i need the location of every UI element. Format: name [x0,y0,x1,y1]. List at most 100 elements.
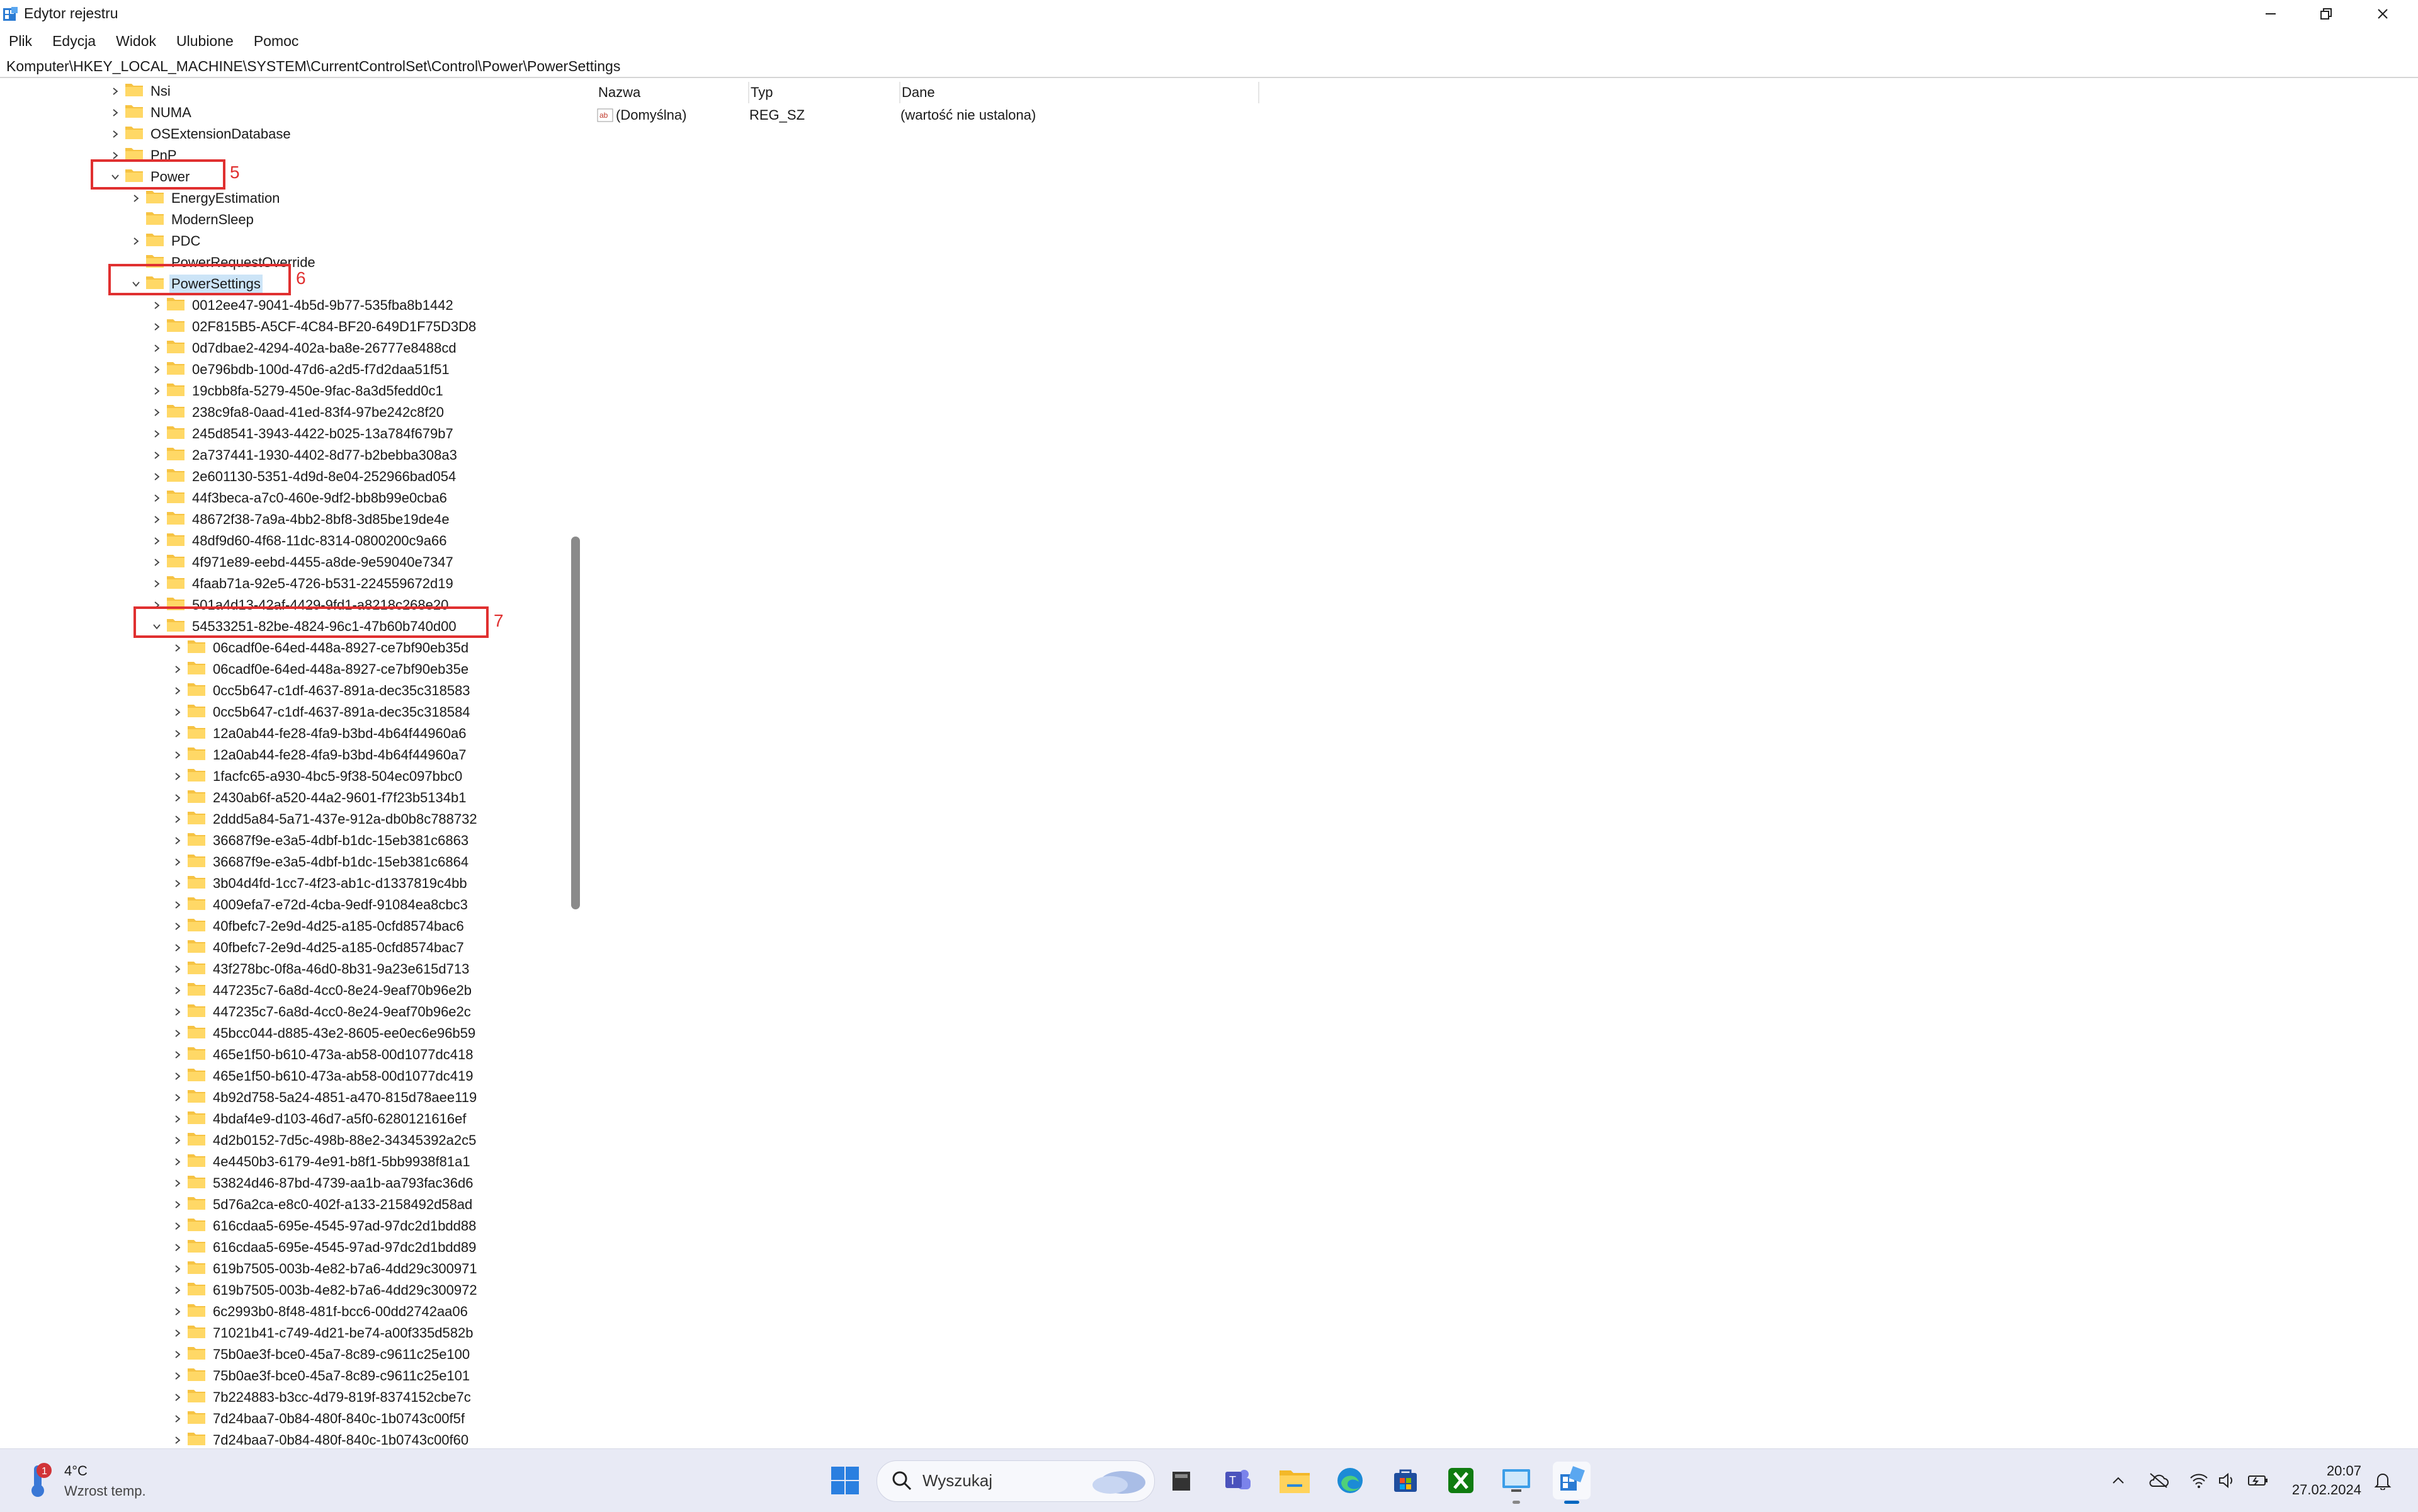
chevron-right-icon[interactable] [147,317,166,336]
tree-node[interactable]: 48df9d60-4f68-11dc-8314-0800200c9a66 [147,530,449,552]
tree-node[interactable]: 447235c7-6a8d-4cc0-8e24-9eaf70b96e2c [168,1001,473,1023]
chevron-right-icon[interactable] [168,1024,187,1043]
chevron-right-icon[interactable] [168,1088,187,1107]
chevron-right-icon[interactable] [147,296,166,315]
chevron-right-icon[interactable] [168,874,187,893]
chevron-right-icon[interactable] [168,1388,187,1407]
chevron-right-icon[interactable] [168,639,187,657]
tree-node[interactable]: 0cc5b647-c1df-4637-891a-dec35c318583 [168,680,472,702]
chevron-right-icon[interactable] [147,424,166,443]
tree-node[interactable]: 2430ab6f-a520-44a2-9601-f7f23b5134b1 [168,787,468,809]
chevron-right-icon[interactable] [168,1067,187,1086]
tree-node[interactable]: 0e796bdb-100d-47d6-a2d5-f7d2daa51f51 [147,359,451,380]
tree-node[interactable]: 19cbb8fa-5279-450e-9fac-8a3d5fedd0c1 [147,380,445,402]
tree-node[interactable]: 75b0ae3f-bce0-45a7-8c89-c9611c25e101 [168,1365,472,1387]
tree-node[interactable]: 06cadf0e-64ed-448a-8927-ce7bf90eb35e [168,659,470,680]
close-button[interactable] [2355,0,2410,28]
tree-node[interactable]: 4b92d758-5a24-4851-a470-815d78aee119 [168,1087,479,1108]
chevron-right-icon[interactable] [147,531,166,550]
taskbar-app-edge[interactable] [1331,1462,1369,1499]
chevron-right-icon[interactable] [168,1259,187,1278]
chevron-right-icon[interactable] [127,189,145,208]
tree-node[interactable]: 12a0ab44-fe28-4fa9-b3bd-4b64f44960a6 [168,723,468,744]
chevron-right-icon[interactable] [168,1217,187,1236]
tree-node[interactable]: 1facfc65-a930-4bc5-9f38-504ec097bbc0 [168,766,464,787]
chevron-right-icon[interactable] [168,1131,187,1150]
chevron-right-icon[interactable] [147,467,166,486]
chevron-right-icon[interactable] [168,1431,187,1448]
chevron-right-icon[interactable] [168,917,187,936]
chevron-right-icon[interactable] [168,1324,187,1343]
tree-node[interactable]: 0cc5b647-c1df-4637-891a-dec35c318584 [168,702,472,723]
tree-node[interactable]: 02F815B5-A5CF-4C84-BF20-649D1F75D3D8 [147,316,478,338]
chevron-right-icon[interactable] [147,339,166,358]
chevron-right-icon[interactable] [168,960,187,979]
chevron-right-icon[interactable] [168,810,187,829]
taskbar-search[interactable]: Wyszukaj [877,1460,1155,1502]
tree-node[interactable]: 0012ee47-9041-4b5d-9b77-535fba8b1442 [147,295,455,316]
tree-node[interactable]: 48672f38-7a9a-4bb2-8bf8-3d85be19de4e [147,509,451,530]
tree-node[interactable]: 2e601130-5351-4d9d-8e04-252966bad054 [147,466,458,487]
chevron-right-icon[interactable] [168,1345,187,1364]
tree-node[interactable]: 12a0ab44-fe28-4fa9-b3bd-4b64f44960a7 [168,744,468,766]
wifi-tray[interactable] [2188,1469,2210,1492]
chevron-right-icon[interactable] [168,1045,187,1064]
chevron-right-icon[interactable] [168,1110,187,1128]
chevron-right-icon[interactable] [168,1409,187,1428]
chevron-right-icon[interactable] [168,1152,187,1171]
tree-node[interactable]: 4faab71a-92e5-4726-b531-224559672d19 [147,573,455,594]
taskbar-app-regedit[interactable] [1553,1462,1591,1504]
chevron-right-icon[interactable] [168,703,187,722]
tree-node[interactable]: 465e1f50-b610-473a-ab58-00d1077dc418 [168,1044,475,1066]
chevron-right-icon[interactable] [147,403,166,422]
tree-node[interactable]: NUMA [106,102,193,123]
column-header-data[interactable]: Dane [900,82,1259,103]
tree-node[interactable]: 238c9fa8-0aad-41ed-83f4-97be242c8f20 [147,402,446,423]
tree-node[interactable]: 7d24baa7-0b84-480f-840c-1b0743c00f60 [168,1430,470,1448]
chevron-right-icon[interactable] [168,981,187,1000]
chevron-right-icon[interactable] [168,1302,187,1321]
tree-node[interactable]: 2ddd5a84-5a71-437e-912a-db0b8c788732 [168,809,479,830]
tree-node[interactable]: 7d24baa7-0b84-480f-840c-1b0743c00f5f [168,1408,467,1430]
chevron-right-icon[interactable] [168,831,187,850]
chevron-right-icon[interactable] [168,1281,187,1300]
menu-file[interactable]: Plik [0,29,42,54]
chevron-right-icon[interactable] [168,681,187,700]
tree-node[interactable]: 5d76a2ca-e8c0-402f-a133-2158492d58ad [168,1194,474,1215]
tree-node[interactable]: 45bcc044-d885-43e2-8605-ee0ec6e96b59 [168,1023,477,1044]
tree-node[interactable]: 616cdaa5-695e-4545-97ad-97dc2d1bdd89 [168,1237,478,1258]
chevron-right-icon[interactable] [168,1003,187,1021]
taskbar-app-explorer[interactable] [1276,1462,1314,1499]
chevron-right-icon[interactable] [168,938,187,957]
chevron-right-icon[interactable] [147,360,166,379]
tree-node[interactable]: EnergyEstimation [127,188,281,209]
tree-node[interactable]: 465e1f50-b610-473a-ab58-00d1077dc419 [168,1066,475,1087]
tree-node[interactable]: 40fbefc7-2e9d-4d25-a185-0cfd8574bac7 [168,937,466,958]
tree-node[interactable]: 3b04d4fd-1cc7-4f23-ab1c-d1337819c4bb [168,873,469,894]
chevron-right-icon[interactable] [168,853,187,872]
tree-node[interactable]: 06cadf0e-64ed-448a-8927-ce7bf90eb35d [168,637,470,659]
battery-tray[interactable] [2247,1469,2269,1492]
pane-splitter[interactable] [587,78,593,1448]
value-row[interactable]: ab (Domyślna) REG_SZ (wartość nie ustalo… [597,105,1036,126]
chevron-right-icon[interactable] [106,103,125,122]
chevron-right-icon[interactable] [168,724,187,743]
tree-node[interactable]: 6c2993b0-8f48-481f-bcc6-00dd2742aa06 [168,1301,470,1322]
chevron-right-icon[interactable] [168,1174,187,1193]
tree-node[interactable]: 619b7505-003b-4e82-b7a6-4dd29c300971 [168,1258,479,1280]
tree-node[interactable]: OSExtensionDatabase [106,123,293,145]
onedrive-tray[interactable] [2147,1469,2170,1492]
menu-edit[interactable]: Edycja [42,29,106,54]
taskbar-app-teams[interactable]: T [1219,1462,1257,1499]
tree-node[interactable]: 4bdaf4e9-d103-46d7-a5f0-6280121616ef [168,1108,468,1130]
chevron-right-icon[interactable] [168,660,187,679]
chevron-right-icon[interactable] [147,553,166,572]
taskbar-app-store[interactable] [1387,1462,1424,1499]
tree-node[interactable]: Nsi [106,81,173,102]
chevron-right-icon[interactable] [168,1195,187,1214]
tree-node[interactable]: 71021b41-c749-4d21-be74-a00f335d582b [168,1322,475,1344]
volume-tray[interactable] [2215,1469,2238,1492]
tree-node[interactable]: 2a737441-1930-4402-8d77-b2bebba308a3 [147,445,459,466]
tree-node[interactable]: 616cdaa5-695e-4545-97ad-97dc2d1bdd88 [168,1215,478,1237]
chevron-right-icon[interactable] [147,489,166,508]
